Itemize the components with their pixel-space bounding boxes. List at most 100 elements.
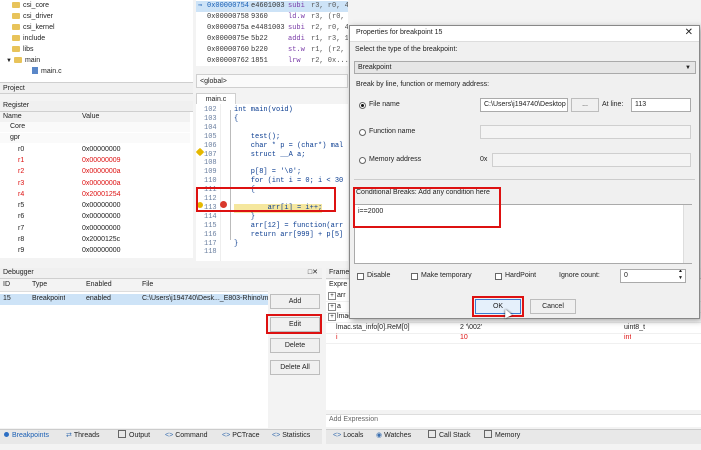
register-row[interactable]: r7 0x00000000	[0, 224, 190, 234]
tree-item-csi-kernel[interactable]: csi_kernel	[12, 22, 55, 33]
tree-item-libs[interactable]: libs	[12, 44, 34, 55]
breakpoint-type-select[interactable]: Breakpoint ▼	[354, 61, 696, 74]
register-row[interactable]: r8 0x2000125c	[0, 235, 190, 245]
line-number: 116	[204, 230, 217, 239]
disasm-row[interactable]: ⇒ 0x00000754 e4601003 subi r3, r0, 4	[196, 1, 348, 12]
code-line[interactable]: 106 char * p = (char*) mal	[196, 142, 348, 151]
watch-row[interactable]: lmac.sta_info[0].ReM[0] 2 '\002' uint8_t	[326, 323, 701, 334]
expand-toggle-icon[interactable]: +	[328, 313, 336, 321]
code-line[interactable]: 102 int main(void)	[196, 106, 348, 115]
code-line[interactable]: 118	[196, 248, 348, 257]
line-number: 104	[204, 123, 217, 132]
code-line[interactable]: 104	[196, 124, 348, 133]
disasm-args: r3, r0, 4	[311, 2, 348, 10]
file-path-field[interactable]: C:\Users\j194740\Desktop	[480, 98, 568, 112]
tab-memory[interactable]: Memory	[484, 430, 520, 442]
memory-address-field[interactable]	[492, 153, 691, 167]
disable-checkbox[interactable]	[357, 273, 364, 280]
register-row[interactable]: r1 0x00000009	[0, 156, 190, 166]
disasm-args: r1, r3, 1	[311, 35, 348, 43]
spinner-arrows-icon[interactable]: ▲ ▼	[678, 270, 683, 282]
register-row[interactable]: gpr	[0, 133, 190, 144]
code-line[interactable]: 107 struct __A a;	[196, 151, 348, 160]
code-line[interactable]: 114 }	[196, 213, 348, 222]
code-line[interactable]: 110 for (int i = 0; i < 30	[196, 177, 348, 186]
tree-item-include[interactable]: include	[12, 33, 45, 44]
code-line[interactable]: 105 test();	[196, 133, 348, 142]
tab-breakpoints[interactable]: Breakpoints	[4, 430, 49, 442]
memory-address-radio[interactable]	[359, 157, 366, 164]
expand-toggle-icon[interactable]: +	[328, 302, 336, 311]
register-row[interactable]: r9 0x00000000	[0, 246, 190, 256]
tree-item-main[interactable]: ▼ main	[6, 55, 40, 66]
folder-icon	[12, 46, 20, 52]
disasm-row[interactable]: 0x0000075e 5b22 addi r1, r3, 1	[196, 34, 348, 45]
register-row[interactable]: r2 0x0000000a	[0, 167, 190, 177]
code-line[interactable]: 109 p[8] = '\0';	[196, 168, 348, 177]
disasm-row[interactable]: 0x0000075a e4481003 subi r2, r0, 4	[196, 23, 348, 34]
function-name-radio[interactable]	[359, 129, 366, 136]
add-button[interactable]: Add	[270, 294, 320, 309]
disasm-row[interactable]: 0x00000762 1851 lrw r2, 0x...	[196, 56, 348, 66]
breakpoints-column-header[interactable]: Type	[32, 280, 47, 290]
tree-item-main-c[interactable]: main.c	[32, 66, 62, 77]
line-number: 105	[204, 132, 217, 141]
breakpoint-file: C:\Users\j194740\Desk..._E803-Rhino\m	[142, 295, 269, 302]
disasm-row[interactable]: 0x000007589360 ld.w r3, (r0, 0x0)	[196, 12, 348, 23]
tab-watches[interactable]: ◉ Watches	[376, 430, 411, 442]
tree-item-csi-driver[interactable]: csi_driver	[12, 11, 53, 22]
code-editor[interactable]: 102 int main(void) 103{104 105 test(); 106 c…	[196, 104, 348, 261]
ignore-count-spinner[interactable]: 0 ▲ ▼	[620, 269, 686, 283]
c-file-icon	[32, 67, 38, 74]
make-temporary-checkbox[interactable]	[411, 273, 418, 280]
tab-locals[interactable]: <> Locals	[333, 430, 363, 442]
close-icon[interactable]: ✕	[685, 27, 693, 38]
project-panel-label[interactable]: Project	[0, 82, 193, 94]
code-line[interactable]: 103 {	[196, 115, 348, 124]
breakpoints-column-header[interactable]: ID	[3, 280, 10, 290]
cancel-button[interactable]: Cancel	[530, 299, 576, 314]
line-number-field[interactable]: 113	[631, 98, 691, 112]
watch-row[interactable]: i 10 int	[326, 333, 701, 344]
tab-call-stack[interactable]: Call Stack	[428, 430, 471, 442]
code-line[interactable]: 116 return arr[999] + p[5]	[196, 231, 348, 240]
tab-pctrace[interactable]: <> PCTrace	[222, 430, 260, 442]
code-text: }	[234, 239, 239, 248]
scope-selector[interactable]: <global>	[196, 74, 348, 88]
code-line[interactable]: 115 arr[12] = function(arr	[196, 222, 348, 231]
register-row[interactable]: r6 0x00000000	[0, 212, 190, 222]
delete-all-button[interactable]: Delete All	[270, 360, 320, 375]
register-name: r6	[18, 213, 25, 221]
file-name-radio[interactable]	[359, 102, 366, 109]
register-row[interactable]: r5 0x00000000	[0, 201, 190, 211]
register-value: 0x00000009	[82, 156, 121, 164]
tab-output[interactable]: Output	[118, 430, 150, 442]
hardpoint-checkbox[interactable]	[495, 273, 502, 280]
register-row[interactable]: Core	[0, 122, 190, 132]
delete-button[interactable]: Delete	[270, 338, 320, 353]
register-row[interactable]: r0 0x00000000	[0, 145, 190, 155]
breakpoint-row[interactable]: 15 Breakpoint enabled C:\Users\j194740\Desk…	[0, 294, 268, 305]
register-name: r1	[18, 156, 25, 164]
memory-address-label: Memory address	[369, 156, 422, 163]
tab-threads[interactable]: ⇄ Threads	[66, 430, 100, 442]
register-row[interactable]: r4 0x20001254	[0, 190, 190, 200]
register-row[interactable]: r3 0x0000000a	[0, 179, 190, 189]
register-name: r3	[18, 179, 25, 187]
tab-statistics[interactable]: <> Statistics	[272, 430, 310, 442]
code-line[interactable]: 117}	[196, 240, 348, 249]
disasm-row[interactable]: 0x00000760b220 st.w r1, (r2, 0x0)	[196, 45, 348, 56]
browse-button[interactable]: ...	[571, 98, 599, 112]
tree-item-csi-core[interactable]: csi_core	[12, 0, 49, 11]
pin-icon[interactable]: □✕	[308, 268, 318, 278]
breakpoints-column-header[interactable]: Enabled	[86, 280, 112, 290]
folder-icon	[12, 24, 20, 30]
breakpoints-column-header[interactable]: File	[142, 280, 153, 290]
condition-scrollbar[interactable]	[683, 205, 692, 263]
expand-toggle-icon[interactable]: +	[328, 292, 336, 300]
command-icon: <>	[165, 432, 174, 439]
tab-command[interactable]: <> Command	[165, 430, 207, 442]
function-name-field[interactable]	[480, 125, 691, 139]
add-expression-row[interactable]: Add Expression	[326, 414, 701, 427]
code-line[interactable]: 108	[196, 159, 348, 168]
